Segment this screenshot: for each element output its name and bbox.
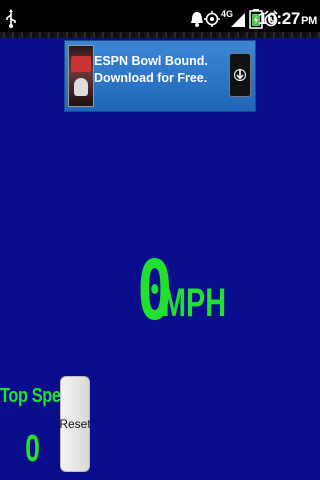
current-speed-display: 0 MPH <box>137 244 251 339</box>
top-speed-value: 0 <box>25 428 40 470</box>
reset-button-label: Reset <box>59 417 91 431</box>
download-arrow-icon <box>234 69 246 81</box>
ad-banner[interactable]: ESPN Bowl Bound. Download for Free. <box>64 40 256 112</box>
ad-text: ESPN Bowl Bound. Download for Free. <box>94 54 208 85</box>
ad-download-button[interactable] <box>229 53 251 97</box>
speed-unit-label: MPH <box>162 281 227 325</box>
ad-logo-shape <box>71 56 91 72</box>
usb-icon <box>4 9 18 29</box>
speedometer-screen: 4G 10:27PM ESPN Bowl Bound. Download for… <box>0 0 320 480</box>
status-bar: 4G 10:27PM <box>0 0 320 38</box>
current-speed-value: 0 <box>137 244 173 339</box>
status-time-suffix: PM <box>301 15 317 27</box>
reset-button[interactable]: Reset <box>59 376 91 472</box>
status-bar-edge <box>0 32 320 38</box>
ad-app-thumbnail <box>68 45 94 107</box>
status-time-value: 10:27 <box>258 9 301 28</box>
helmet-icon <box>74 78 88 96</box>
status-time: 10:27PM <box>258 9 317 29</box>
network-4g-icon: 4G <box>221 9 247 29</box>
gps-icon <box>204 9 220 29</box>
